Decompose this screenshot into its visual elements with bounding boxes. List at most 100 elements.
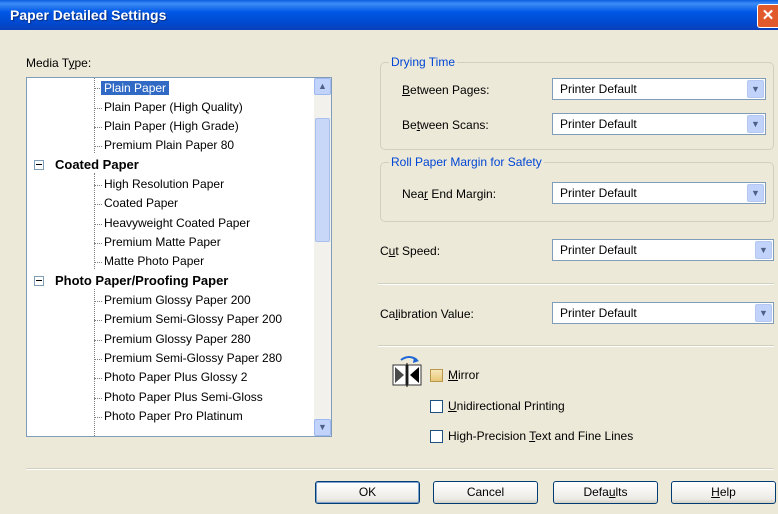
list-item[interactable]: Plain Paper (High Quality) — [104, 98, 243, 117]
tree-line — [94, 378, 102, 379]
between-scans-select[interactable]: Printer Default ▼ — [552, 113, 766, 135]
list-item[interactable]: Heavyweight Coated Paper — [104, 214, 250, 233]
between-pages-label-mn: B — [402, 83, 411, 97]
category-photo-paper[interactable]: Photo Paper/Proofing Paper — [55, 271, 228, 290]
scroll-thumb[interactable] — [315, 118, 330, 242]
list-item[interactable]: Premium Plain Paper 80 — [104, 136, 234, 155]
tree-line — [94, 359, 102, 360]
drying-time-group — [380, 62, 774, 150]
calibration-value-select[interactable]: Printer Default ▼ — [552, 302, 774, 324]
media-type-label-pre: Media T — [26, 56, 69, 70]
tree-line — [94, 243, 102, 244]
between-pages-label: Between Pages: — [402, 83, 489, 97]
mirror-label-mn: M — [448, 368, 458, 382]
tree-line — [94, 224, 102, 225]
list-item[interactable]: Premium Semi-Glossy Paper 200 — [104, 310, 282, 329]
calibration-value: Printer Default — [560, 306, 637, 320]
drying-time-title: Drying Time — [389, 55, 458, 69]
chevron-down-icon[interactable]: ▼ — [747, 184, 764, 202]
high-precision-checkbox[interactable] — [430, 430, 443, 443]
media-type-label-post: pe: — [74, 56, 92, 70]
tree-line — [94, 185, 102, 186]
list-item[interactable]: Coated Paper — [104, 194, 178, 213]
list-item[interactable]: Photo Paper Pro Platinum — [104, 407, 243, 426]
category-coated-paper[interactable]: Coated Paper — [55, 155, 139, 174]
defaults-label-pre: Defa — [583, 485, 609, 499]
close-button[interactable]: ✕ — [757, 4, 778, 28]
tree-line — [94, 340, 102, 341]
separator — [26, 468, 774, 470]
defaults-label-mn: u — [608, 485, 616, 499]
high-precision-label-pre: High-Precision — [448, 429, 530, 443]
list-item[interactable]: Premium Matte Paper — [104, 233, 221, 252]
cut-speed-label-pre: C — [380, 244, 389, 258]
tree-line — [94, 301, 102, 302]
scroll-up-button[interactable]: ▲ — [314, 78, 331, 95]
defaults-label-post: lts — [615, 485, 628, 499]
title-bar[interactable]: Paper Detailed Settings ✕ — [0, 0, 778, 30]
cut-speed-value: Printer Default — [560, 243, 637, 257]
chevron-down-icon[interactable]: ▼ — [747, 115, 764, 133]
between-pages-label-post: etween Pages: — [410, 83, 490, 97]
calibration-value-label: Calibration Value: — [380, 307, 474, 321]
tree-line — [94, 78, 95, 153]
dialog-window: Paper Detailed Settings ✕ Media Type: Pl… — [0, 0, 778, 514]
unidirectional-printing-label: Unidirectional Printing — [448, 399, 565, 413]
near-end-margin-value: Printer Default — [560, 186, 637, 200]
tree-line — [94, 417, 102, 418]
separator — [378, 283, 774, 285]
between-scans-value: Printer Default — [560, 117, 637, 131]
ok-button[interactable]: OK — [315, 481, 420, 504]
list-item[interactable]: Matte Photo Paper — [104, 252, 204, 271]
list-item[interactable]: Premium Glossy Paper 280 — [104, 330, 251, 349]
tree-line — [94, 204, 102, 205]
mirror-checkbox[interactable] — [430, 369, 443, 382]
near-end-label-pre: Nea — [402, 187, 425, 201]
cut-speed-select[interactable]: Printer Default ▼ — [552, 239, 774, 261]
mirror-icon — [392, 356, 422, 387]
high-precision-label-post: ext and Fine Lines — [535, 429, 634, 443]
calibration-label-post: ibration Value: — [398, 307, 474, 321]
tree-line — [94, 320, 102, 321]
tree-line — [94, 146, 102, 147]
list-item[interactable]: Photo Paper Plus Semi-Gloss — [104, 388, 263, 407]
high-precision-label: High-Precision Text and Fine Lines — [448, 429, 633, 443]
media-type-list[interactable]: Plain Paper Plain Paper (High Quality) P… — [26, 77, 332, 437]
collapse-coated-paper-icon[interactable] — [34, 160, 44, 170]
help-button[interactable]: Help — [671, 481, 776, 504]
chevron-down-icon[interactable]: ▼ — [755, 241, 772, 259]
list-item[interactable]: High Resolution Paper — [104, 175, 224, 194]
cut-speed-label-post: t Speed: — [395, 244, 441, 258]
between-scans-label-post: ween Scans: — [420, 118, 489, 132]
between-pages-value: Printer Default — [560, 82, 637, 96]
roll-paper-margin-title: Roll Paper Margin for Safety — [389, 155, 544, 169]
unidirectional-label-mn: U — [448, 399, 457, 413]
near-end-margin-select[interactable]: Printer Default ▼ — [552, 182, 766, 204]
cut-speed-label: Cut Speed: — [380, 244, 440, 258]
list-item[interactable]: Photo Paper Plus Glossy 2 — [104, 368, 247, 387]
separator — [378, 345, 774, 347]
unidirectional-printing-checkbox[interactable] — [430, 400, 443, 413]
list-item[interactable]: Premium Glossy Paper 200 — [104, 291, 251, 310]
between-pages-select[interactable]: Printer Default ▼ — [552, 78, 766, 100]
chevron-down-icon[interactable]: ▼ — [755, 304, 772, 322]
list-item[interactable]: Plain Paper — [99, 79, 171, 98]
near-end-label-post: End Margin: — [428, 187, 497, 201]
list-item[interactable]: Premium Semi-Glossy Paper 280 — [104, 349, 282, 368]
unidirectional-label-post: nidirectional Printing — [456, 399, 565, 413]
mirror-label-post: irror — [458, 368, 480, 382]
list-item-label-selected[interactable]: Plain Paper — [99, 80, 171, 96]
defaults-button[interactable]: Defaults — [553, 481, 658, 504]
chevron-down-icon[interactable]: ▼ — [747, 80, 764, 98]
scroll-down-button[interactable]: ▼ — [314, 419, 331, 436]
cancel-button[interactable]: Cancel — [433, 481, 538, 504]
media-type-label: Media Type: — [26, 56, 91, 70]
tree-line — [94, 289, 95, 436]
help-label-post: elp — [719, 485, 736, 499]
list-item[interactable]: Plain Paper (High Grade) — [104, 117, 239, 136]
help-label-mn: H — [711, 485, 720, 499]
collapse-photo-paper-icon[interactable] — [34, 276, 44, 286]
tree-line — [94, 173, 95, 269]
tree-line — [94, 127, 102, 128]
list-scrollbar[interactable]: ▲ ▼ — [314, 78, 331, 436]
